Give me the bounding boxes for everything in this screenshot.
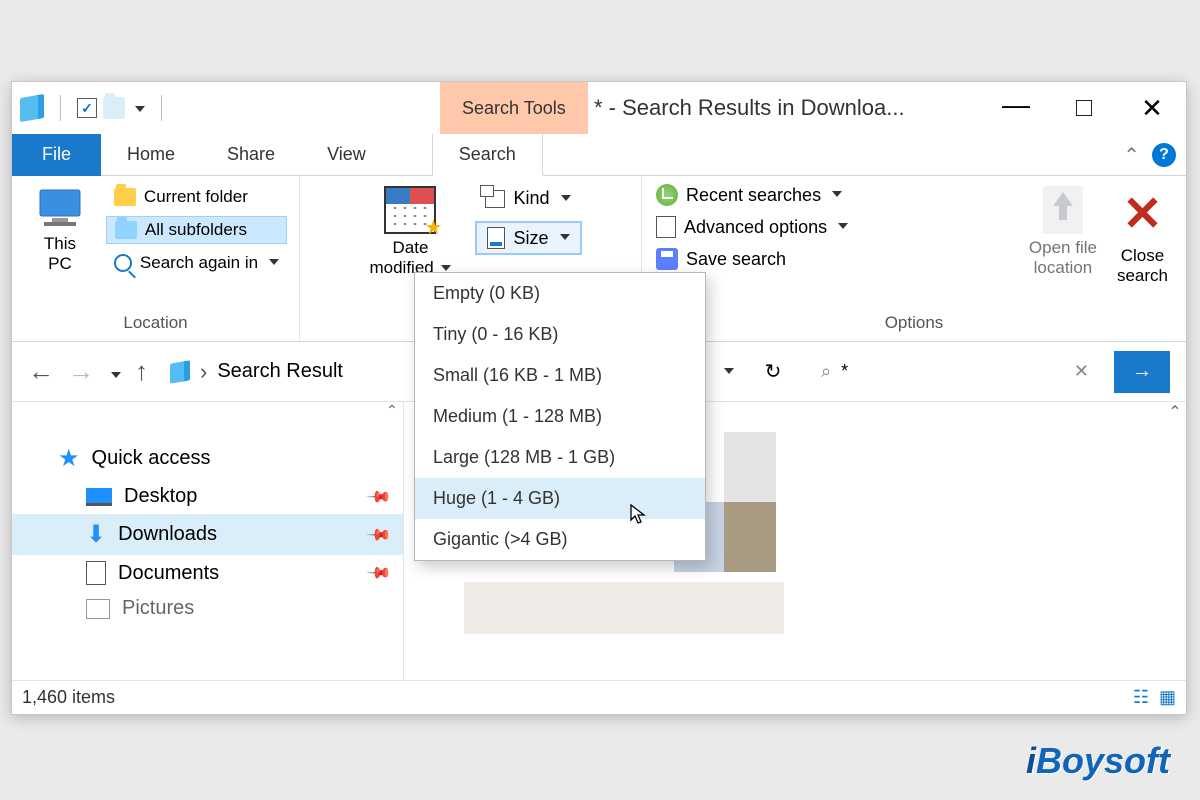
tab-file[interactable]: File bbox=[12, 134, 101, 176]
pin-icon: 📌 bbox=[365, 482, 393, 510]
size-filter-menu: Empty (0 KB) Tiny (0 - 16 KB) Small (16 … bbox=[414, 272, 706, 561]
folder-icon bbox=[115, 221, 137, 239]
watermark: iiBoysoftBoysoft bbox=[1026, 740, 1170, 782]
history-dropdown[interactable] bbox=[111, 372, 121, 378]
breadcrumb-segment[interactable]: Search Result bbox=[217, 360, 343, 383]
up-button[interactable]: ↑ bbox=[135, 356, 148, 387]
thumbnails-view-button[interactable]: ▦ bbox=[1159, 687, 1176, 708]
sidebar-quick-access[interactable]: ★ Quick access bbox=[12, 438, 403, 479]
tab-view[interactable]: View bbox=[301, 134, 392, 176]
chevron-down-icon bbox=[269, 259, 279, 265]
options-icon bbox=[656, 216, 676, 238]
chevron-down-icon bbox=[832, 191, 842, 197]
details-view-button[interactable]: ☷ bbox=[1133, 687, 1149, 708]
open-file-location-button[interactable]: Open file location bbox=[1019, 182, 1107, 283]
help-icon[interactable]: ? bbox=[1152, 143, 1176, 167]
kind-icon bbox=[485, 190, 505, 208]
ribbon-tabs: File Home Share View Search ⌃ ? bbox=[12, 134, 1186, 176]
recent-searches-dropdown[interactable]: Recent searches bbox=[656, 184, 1019, 206]
tab-share[interactable]: Share bbox=[201, 134, 301, 176]
folder-icon bbox=[114, 188, 136, 206]
search-go-button[interactable]: → bbox=[1114, 351, 1170, 393]
scrollbar-up[interactable]: ⌃ bbox=[1164, 402, 1186, 422]
status-bar: 1,460 items ☷ ▦ bbox=[12, 680, 1186, 714]
navigation-pane: ⌃ ★ Quick access Desktop📌 ⬇ Downloads📌 D… bbox=[12, 402, 404, 680]
current-folder-button[interactable]: Current folder bbox=[106, 184, 287, 210]
desktop-icon bbox=[86, 488, 112, 506]
app-icon bbox=[20, 94, 44, 122]
date-modified-dropdown[interactable]: ★ Date modified bbox=[359, 182, 461, 283]
download-icon: ⬇ bbox=[86, 520, 106, 549]
sidebar-item-desktop[interactable]: Desktop📌 bbox=[12, 479, 403, 514]
size-option-tiny[interactable]: Tiny (0 - 16 KB) bbox=[415, 314, 705, 355]
back-button[interactable]: ← bbox=[28, 356, 54, 387]
save-search-button[interactable]: Save search bbox=[656, 248, 1019, 270]
item-count: 1,460 items bbox=[22, 687, 115, 708]
ribbon-group-location: This PC Current folder All subfolders Se… bbox=[12, 176, 300, 341]
kind-dropdown[interactable]: Kind bbox=[475, 184, 581, 213]
search-again-dropdown[interactable]: Search again in bbox=[106, 250, 287, 276]
advanced-options-dropdown[interactable]: Advanced options bbox=[656, 216, 1019, 238]
calendar-icon: ★ bbox=[384, 186, 436, 234]
size-icon bbox=[487, 227, 505, 249]
size-dropdown[interactable]: Size bbox=[475, 221, 581, 255]
quick-access-toolbar: ✓ bbox=[20, 95, 172, 121]
titlebar: ✓ Search Tools * - Search Results in Dow… bbox=[12, 82, 1186, 134]
address-dropdown[interactable] bbox=[704, 352, 750, 392]
chevron-down-icon bbox=[441, 265, 451, 271]
tab-home[interactable]: Home bbox=[101, 134, 201, 176]
recent-icon bbox=[656, 184, 678, 206]
chevron-down-icon bbox=[561, 195, 571, 201]
qat-properties-button[interactable]: ✓ bbox=[77, 98, 97, 118]
size-option-medium[interactable]: Medium (1 - 128 MB) bbox=[415, 396, 705, 437]
pin-icon: 📌 bbox=[365, 520, 393, 548]
size-option-large[interactable]: Large (128 MB - 1 GB) bbox=[415, 437, 705, 478]
ribbon-collapse-icon[interactable]: ⌃ bbox=[1123, 143, 1140, 168]
location-icon bbox=[170, 360, 190, 384]
sidebar-item-documents[interactable]: Documents📌 bbox=[12, 555, 403, 591]
minimize-button[interactable]: — bbox=[982, 76, 1050, 134]
size-option-gigantic[interactable]: Gigantic (>4 GB) bbox=[415, 519, 705, 560]
window-controls: — ✕ bbox=[982, 82, 1186, 134]
chevron-down-icon bbox=[560, 234, 570, 240]
clear-search-icon[interactable]: ✕ bbox=[1074, 361, 1089, 382]
sidebar-item-downloads[interactable]: ⬇ Downloads📌 bbox=[12, 514, 403, 555]
tab-search[interactable]: Search bbox=[432, 134, 543, 176]
maximize-button[interactable] bbox=[1050, 82, 1118, 134]
scrollbar-up[interactable]: ⌃ bbox=[381, 402, 403, 419]
refresh-button[interactable]: ↻ bbox=[750, 352, 796, 392]
window-title: * - Search Results in Downloa... bbox=[594, 82, 905, 134]
pin-icon: 📌 bbox=[365, 559, 393, 587]
search-icon bbox=[114, 254, 132, 272]
file-thumbnail[interactable] bbox=[724, 502, 776, 572]
this-pc-button[interactable]: This PC bbox=[24, 182, 96, 279]
qat-customize-dropdown[interactable] bbox=[135, 106, 145, 112]
computer-icon bbox=[34, 186, 86, 230]
close-search-button[interactable]: ✕ Close search bbox=[1107, 182, 1178, 291]
qat-newfolder-button[interactable] bbox=[103, 97, 125, 119]
search-input[interactable]: ⌕ * ✕ bbox=[810, 352, 1100, 392]
size-option-huge[interactable]: Huge (1 - 4 GB) bbox=[415, 478, 705, 519]
size-option-small[interactable]: Small (16 KB - 1 MB) bbox=[415, 355, 705, 396]
all-subfolders-button[interactable]: All subfolders bbox=[106, 216, 287, 244]
star-icon: ★ bbox=[58, 444, 80, 473]
cursor-icon bbox=[630, 504, 648, 526]
forward-button[interactable]: → bbox=[68, 356, 94, 387]
file-thumbnail[interactable] bbox=[464, 582, 784, 634]
context-tab-search-tools: Search Tools bbox=[440, 82, 588, 134]
size-option-empty[interactable]: Empty (0 KB) bbox=[415, 273, 705, 314]
chevron-down-icon bbox=[838, 223, 848, 229]
sidebar-item-pictures[interactable]: Pictures bbox=[12, 591, 403, 626]
close-icon: ✕ bbox=[1122, 186, 1162, 242]
save-icon bbox=[656, 248, 678, 270]
ribbon-group-options: Recent searches Advanced options Save se… bbox=[642, 176, 1186, 341]
pictures-icon bbox=[86, 599, 110, 619]
open-location-icon bbox=[1043, 186, 1083, 234]
close-button[interactable]: ✕ bbox=[1118, 82, 1186, 134]
documents-icon bbox=[86, 561, 106, 585]
